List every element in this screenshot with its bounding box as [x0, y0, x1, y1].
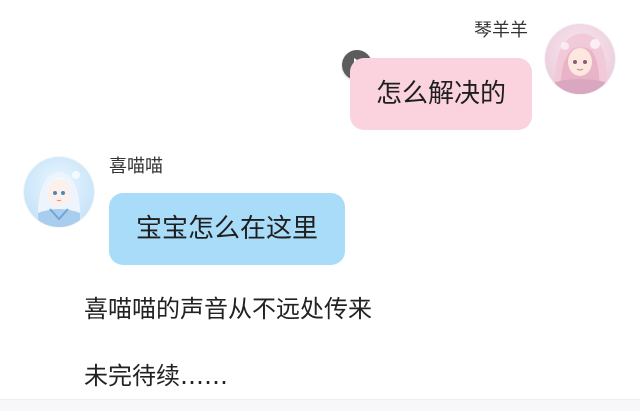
message-bubble-left[interactable]: 宝宝怎么在这里 [109, 193, 345, 265]
pink-haired-girl-avatar-icon [545, 24, 615, 94]
avatar-right[interactable] [545, 24, 615, 94]
sender-name-right: 琴羊羊 [474, 20, 528, 41]
avatar-left[interactable] [24, 157, 94, 227]
narration-line-continued: 未完待续…… [84, 362, 228, 390]
message-bubble-right[interactable]: 怎么解决的 [350, 58, 532, 130]
narration-line: 喜喵喵的声音从不远处传来 [84, 295, 372, 323]
sender-name-left: 喜喵喵 [109, 156, 163, 177]
white-haired-boy-avatar-icon [24, 157, 94, 227]
bottom-divider [0, 399, 640, 411]
